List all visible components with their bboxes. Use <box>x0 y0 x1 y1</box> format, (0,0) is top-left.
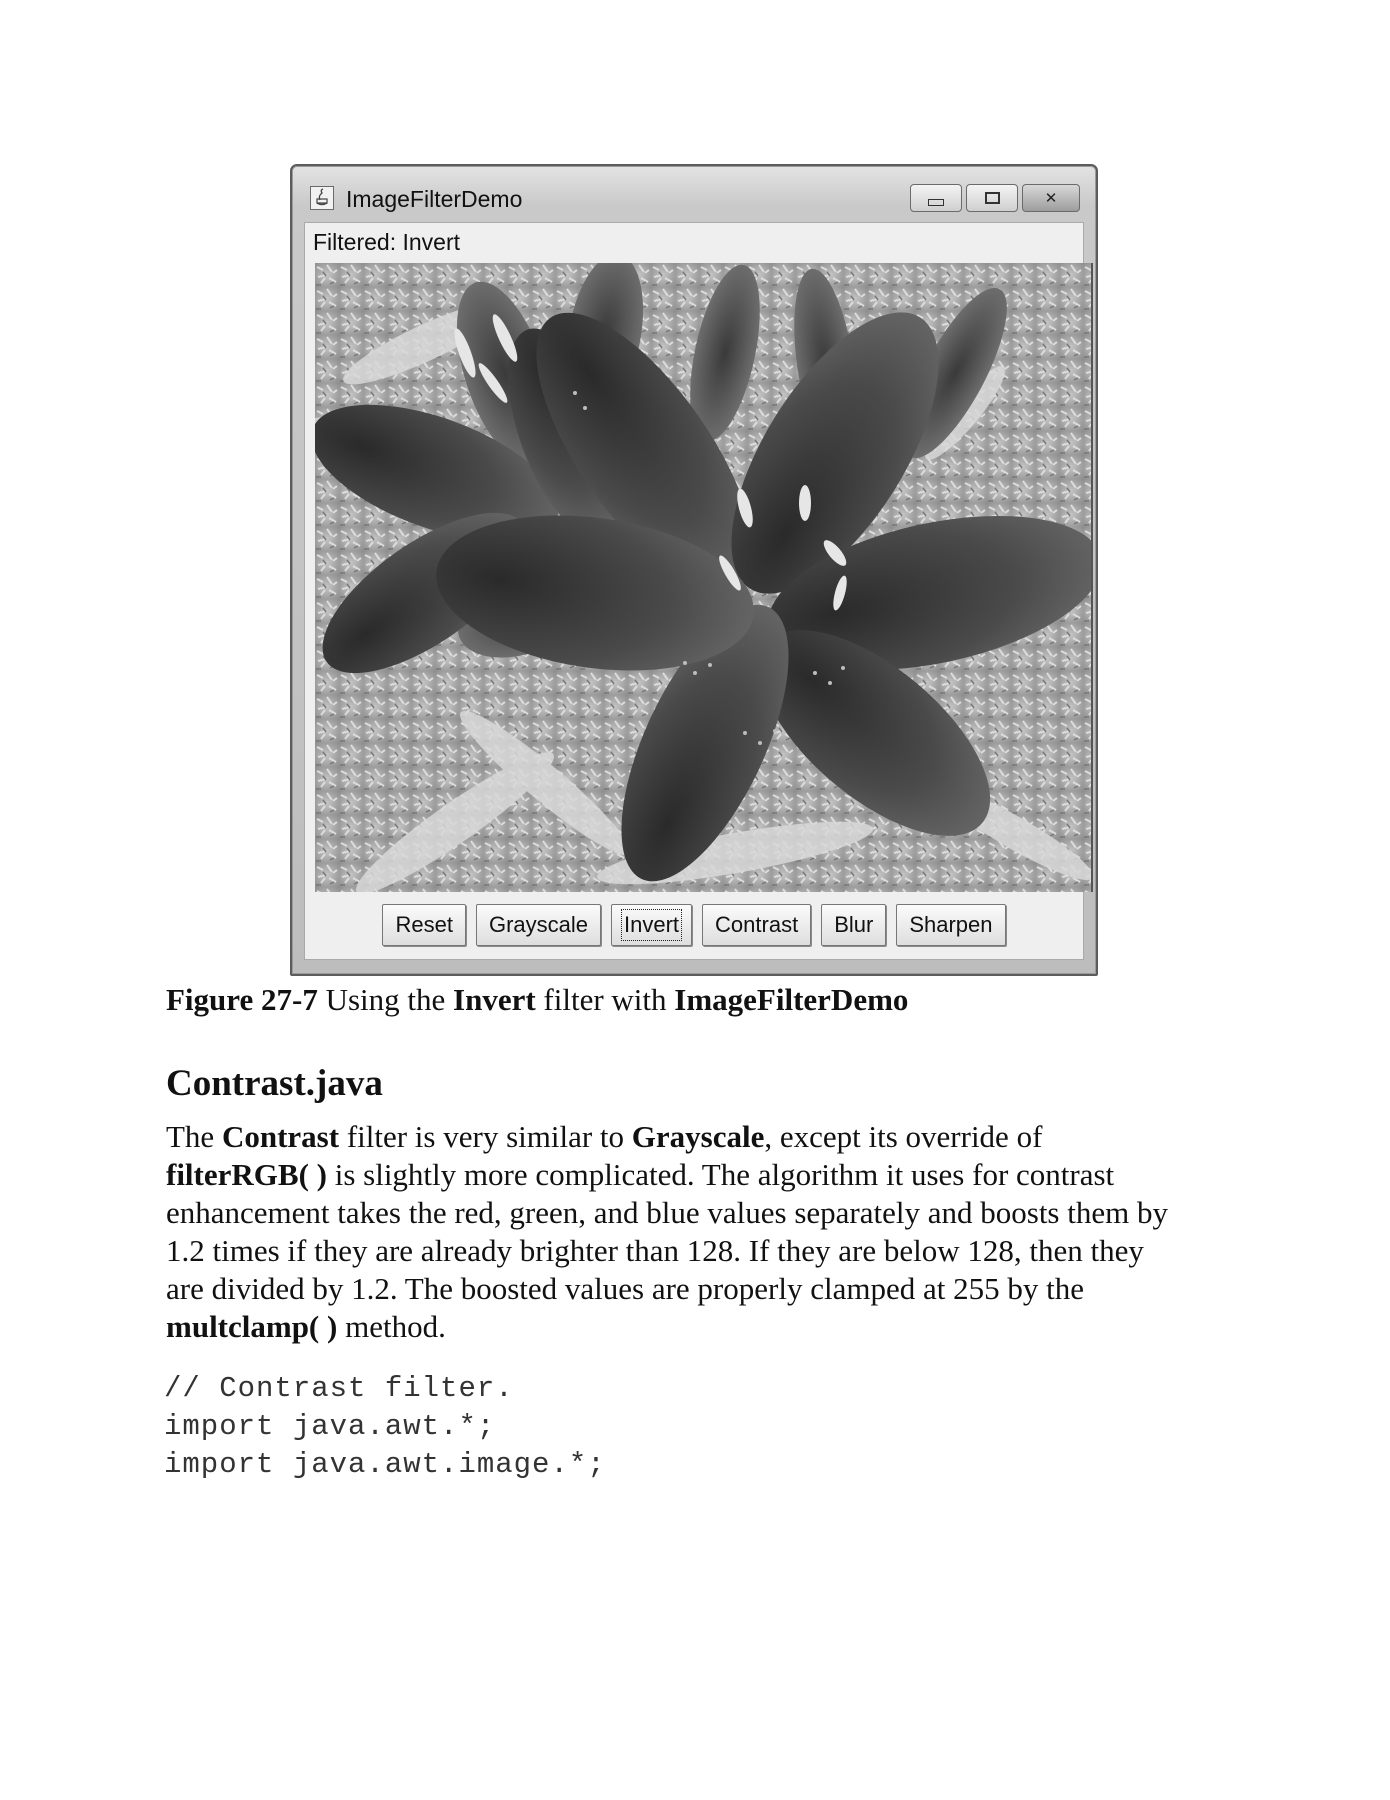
minimize-icon <box>928 198 944 206</box>
window-content: Filtered: Invert Reset Grayscale Invert … <box>304 222 1093 960</box>
paragraph-line: filterRGB( ) is slightly more complicate… <box>166 1157 1115 1192</box>
grayscale-button[interactable]: Grayscale <box>475 904 602 946</box>
blur-button[interactable]: Blur <box>821 904 887 946</box>
body-paragraph: The Contrast filter is very similar to G… <box>166 1118 1246 1346</box>
close-button[interactable]: ✕ <box>1022 184 1080 212</box>
paragraph-line: The Contrast filter is very similar to G… <box>166 1119 1043 1154</box>
inverted-lily-image <box>315 263 1093 892</box>
paragraph-line: are divided by 1.2. The boosted values a… <box>166 1271 1084 1306</box>
contrast-button[interactable]: Contrast <box>702 904 812 946</box>
paragraph-line: multclamp( ) method. <box>166 1309 446 1344</box>
image-filter-demo-window: ImageFilterDemo ✕ Filtered: Invert Reset… <box>290 164 1098 976</box>
status-label: Filtered: Invert <box>313 229 460 255</box>
window-titlebar[interactable]: ImageFilterDemo ✕ <box>292 166 1096 218</box>
filter-button-bar: Reset Grayscale Invert Contrast Blur Sha… <box>305 895 1083 955</box>
inverted-lily-photo <box>315 263 1091 892</box>
window-title: ImageFilterDemo <box>346 186 523 212</box>
paragraph-line: enhancement takes the red, green, and bl… <box>166 1195 1168 1230</box>
invert-button[interactable]: Invert <box>611 904 693 946</box>
minimize-button[interactable] <box>910 184 962 212</box>
code-line: import java.awt.image.*; <box>164 1448 606 1481</box>
section-heading: Contrast.java <box>166 1063 383 1104</box>
code-line: // Contrast filter. <box>164 1372 514 1405</box>
code-line: import java.awt.*; <box>164 1410 496 1443</box>
code-listing: // Contrast filter. import java.awt.*; i… <box>164 1370 606 1484</box>
maximize-icon <box>984 192 1000 204</box>
figure-caption: Figure 27-7 Using the Invert filter with… <box>166 982 909 1017</box>
paragraph-line: 1.2 times if they are already brighter t… <box>166 1233 1144 1268</box>
java-app-icon <box>310 186 334 210</box>
close-icon: ✕ <box>1044 189 1058 207</box>
sharpen-button[interactable]: Sharpen <box>896 904 1006 946</box>
reset-button[interactable]: Reset <box>382 904 466 946</box>
maximize-button[interactable] <box>966 184 1018 212</box>
